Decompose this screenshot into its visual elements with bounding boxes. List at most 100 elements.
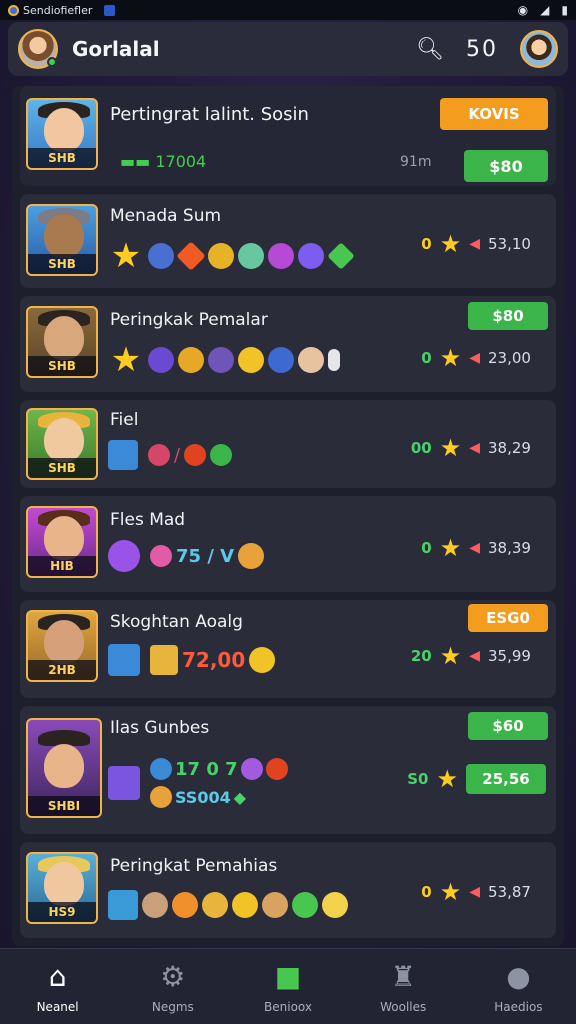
list-item[interactable]: SHB Pertingrat lalint. Sosin ▬▬ 17004 91… [20,86,556,186]
player-thumbnail: SHB [26,204,98,276]
nav-label: Benioox [264,999,312,1014]
search-icon [108,644,140,676]
statue-icon [262,892,288,918]
level-value: 0 [421,235,432,253]
reward-badge[interactable]: $80 [464,150,548,182]
reward-badge[interactable]: $80 [468,302,548,330]
purple-star-icon [268,243,294,269]
level-value: 0 [421,539,432,557]
slash-icon: / [174,444,181,466]
arrow-left-icon: ◀ [469,540,480,556]
level-value: 20 [410,647,432,665]
level-badge: SHB [28,458,96,478]
status-app-name: Sendiofiefler [23,3,93,17]
list-item[interactable]: 2HB Skoghtan Aoalg ESG0 72,00 20 ★ ◀ 35,… [20,600,556,698]
level-badge: SHBI [28,796,100,816]
score-value[interactable]: 25,56 [466,764,546,794]
status-badge[interactable]: ESG0 [468,604,548,632]
signal-icon: ◢ [540,3,550,17]
status-bar: Sendiofiefler ◉ ◢ ▮ [0,0,576,20]
arrow-left-icon: ◀ [469,884,480,900]
cube-icon [108,766,140,800]
stat-row: ▬▬ 17004 [120,152,206,171]
friend-avatar[interactable] [520,30,558,68]
arrow-left-icon: ◀ [469,350,480,366]
score-value: 35,99 [488,647,531,665]
player-thumbnail: SHB [26,306,98,378]
profile-icon: ● [506,960,531,993]
star-icon: ★ [439,344,462,372]
user-avatar[interactable] [18,29,58,69]
ball-icon [265,758,288,780]
item-icons [108,890,348,920]
coin-count: 50 [466,36,498,62]
nav-label: Haedios [494,999,543,1014]
purple-star-icon [108,540,140,572]
score-value: 23,00 [488,349,531,367]
level-badge: SHB [28,356,96,376]
trophy-icon: ♜ [390,960,416,993]
star-icon: ★ [439,230,462,258]
item-icons: / [108,440,233,470]
list-item[interactable]: SHB Fiel / 00 ★ ◀ 38,29 [20,400,556,488]
nav-item-settings[interactable]: ⚙ Negms [115,949,230,1024]
coin-icon [249,647,276,673]
item-icons: ★ [108,342,340,378]
player-name: Peringkak Pemalar [110,310,268,330]
gem-icon [176,241,206,271]
player-name: Skoghtan Aoalg [110,612,243,632]
leaderboard-list[interactable]: SHB Pertingrat lalint. Sosin ▬▬ 17004 91… [12,86,564,946]
gear-icon: ⚙ [160,960,186,993]
nav-item-trophies[interactable]: ♜ Woolles [346,949,461,1024]
search-icon[interactable]: 🔍︎ [416,37,444,62]
nav-item-box[interactable]: ■ Benioox [230,949,345,1024]
level-value: S0 [407,770,429,788]
bottom-nav: ⌂ Neanel ⚙ Negms ■ Benioox ♜ Woolles ● H… [0,948,576,1024]
item-icons: 75 / V [108,540,265,572]
list-item[interactable]: SHB Menada Sum ★ 0 ★ ◀ 53,10 [20,194,556,288]
star-icon: ★ [110,340,142,380]
player-name: Menada Sum [110,206,222,226]
badge-icon [148,347,174,373]
player-thumbnail: SHBI [26,718,102,818]
orb-icon [268,347,294,373]
level-badge: HS9 [28,902,96,922]
player-thumbnail: HIB [26,506,98,578]
nav-item-profile[interactable]: ● Haedios [461,949,576,1024]
line-value-1: 17 0 7 [175,758,238,780]
list-item[interactable]: HS9 Peringkat Pemahias 0 ★ ◀ 53,87 [20,842,556,938]
diamond-icon: ◆ [233,787,247,807]
player-thumbnail: SHB [26,98,98,170]
character-icon [142,892,168,918]
ball-icon [148,444,170,466]
ball-icon [238,543,265,569]
line-value-2: SS004 [175,787,231,807]
star-icon: ★ [436,765,458,793]
list-item[interactable]: HIB Fles Mad 75 / V 0 ★ ◀ 38,39 [20,496,556,592]
player-name: Ilas Gunbes [110,718,210,738]
list-item[interactable]: SHBI Ilas Gunbes $60 17 0 7 SS004 ◆ S0 ★… [20,706,556,834]
arrow-icon [322,892,348,918]
nav-item-home[interactable]: ⌂ Neanel [0,949,115,1024]
orb-icon [298,243,324,269]
star-icon: ★ [439,434,462,462]
row-stats: 0 ★ ◀ 23,00 [402,344,546,372]
reward-badge[interactable]: $60 [468,712,548,740]
orb-icon [240,758,263,780]
online-indicator [47,57,57,67]
coin-icon [178,347,204,373]
coin-icon [150,786,172,808]
status-badge[interactable]: KOVIS [440,98,548,130]
row-stats: 0 ★ ◀ 53,87 [402,878,546,906]
level-value: 0 [421,883,432,901]
score-value: 38,29 [488,439,531,457]
badge-icon [150,758,172,780]
lock-icon [328,349,340,371]
star-icon: ★ [439,642,462,670]
player-thumbnail: HS9 [26,852,98,924]
green-gem-icon [327,242,355,270]
item-icons: 72,00 [108,644,276,676]
list-item[interactable]: SHB Peringkak Pemalar $80 ★ 0 ★ ◀ 23,00 [20,296,556,392]
inline-value: 72,00 [182,648,246,672]
score-value: 53,10 [488,235,531,253]
